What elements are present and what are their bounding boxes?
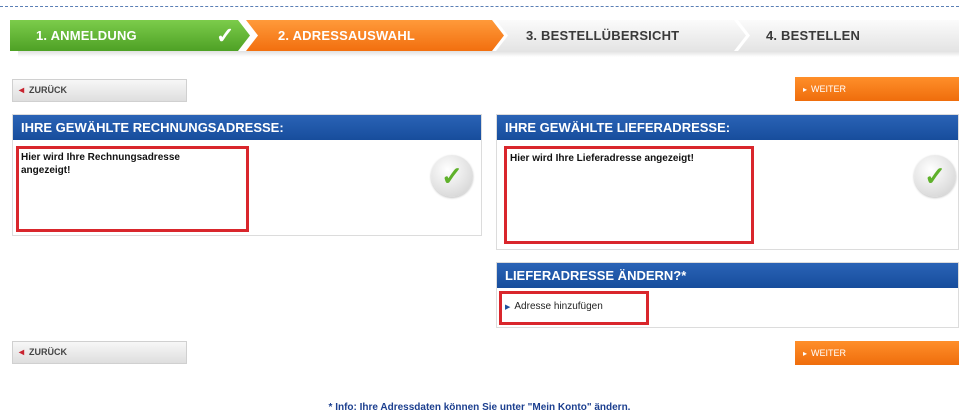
check-circle-icon: ✓: [914, 155, 956, 197]
arrow-left-icon: ◂: [19, 85, 25, 96]
shipping-panel-title: IHRE GEWÄHLTE LIEFERADRESSE:: [497, 115, 958, 140]
arrow-right-icon: ▸: [803, 349, 808, 358]
step-label: 1. ANMELDUNG: [36, 28, 137, 43]
top-divider: [0, 6, 959, 7]
billing-address-panel: IHRE GEWÄHLTE RECHNUNGSADRESSE: Hier wir…: [12, 114, 482, 236]
next-label: WEITER: [811, 84, 847, 94]
add-address-label: Adresse hinzufügen: [514, 301, 603, 312]
back-label: ZURÜCK: [29, 347, 68, 357]
info-note: * Info: Ihre Adressdaten können Sie unte…: [328, 402, 631, 413]
step-label: 3. BESTELLÜBERSICHT: [526, 28, 680, 43]
step-bestelluebersicht: 3. BESTELLÜBERSICHT: [496, 20, 746, 51]
next-button-bottom[interactable]: ▸ WEITER: [795, 341, 959, 365]
checkout-steps: 1. ANMELDUNG ✓ 2. ADRESSAUSWAHL 3. BESTE…: [10, 20, 959, 57]
shipping-address-text: Hier wird Ihre Lieferadresse angezeigt!: [510, 153, 694, 164]
step-bestellen: 4. BESTELLEN: [738, 20, 959, 51]
billing-address-text: Hier wird Ihre Rechnungsadresse angezeig…: [21, 152, 180, 176]
check-circle-icon: ✓: [431, 155, 473, 197]
steps-shadow: [18, 51, 959, 57]
step-label: 2. ADRESSAUSWAHL: [278, 28, 416, 43]
change-panel-title: LIEFERADRESSE ÄNDERN?*: [497, 263, 958, 288]
step-anmeldung[interactable]: 1. ANMELDUNG ✓: [10, 20, 250, 51]
change-address-panel: LIEFERADRESSE ÄNDERN?* ▶ Adresse hinzufüg…: [496, 262, 959, 328]
back-button-bottom[interactable]: ◂ ZURÜCK: [12, 341, 187, 364]
next-label: WEITER: [811, 348, 847, 358]
shipping-address-panel: IHRE GEWÄHLTE LIEFERADRESSE: Hier wird I…: [496, 114, 959, 250]
arrow-left-icon: ◂: [19, 347, 25, 358]
arrow-right-icon: ▸: [803, 85, 808, 94]
billing-panel-title: IHRE GEWÄHLTE RECHNUNGSADRESSE:: [13, 115, 481, 140]
back-button-top[interactable]: ◂ ZURÜCK: [12, 79, 187, 102]
back-label: ZURÜCK: [29, 85, 68, 95]
triangle-right-icon: ▶: [505, 304, 511, 311]
next-button-top[interactable]: ▸ WEITER: [795, 77, 959, 101]
step-label: 4. BESTELLEN: [766, 28, 861, 43]
check-icon: ✓: [216, 23, 235, 48]
add-address-link[interactable]: ▶ Adresse hinzufügen: [505, 301, 603, 312]
step-adressauswahl[interactable]: 2. ADRESSAUSWAHL: [246, 20, 504, 51]
